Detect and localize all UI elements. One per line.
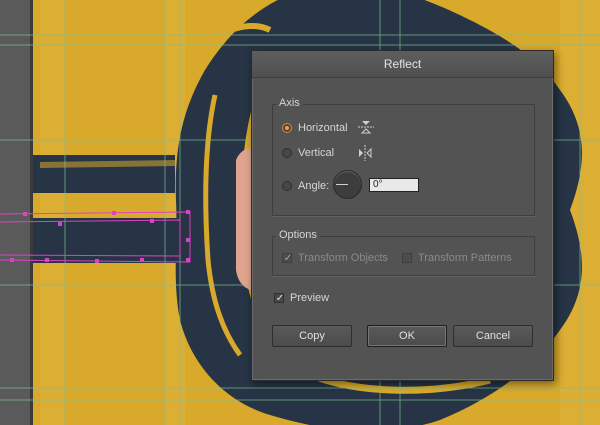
vertical-radio[interactable] [282,148,292,158]
horizontal-radio[interactable] [282,123,292,133]
axis-group-label: Axis [276,97,303,109]
angle-radio[interactable] [282,181,292,191]
copy-button[interactable]: Copy [272,325,352,347]
transform-objects-label[interactable]: Transform Objects [298,252,388,264]
axis-group [272,104,535,216]
vertical-axis-icon [359,145,372,161]
horizontal-axis-icon [358,121,374,134]
transform-patterns-label[interactable]: Transform Patterns [418,252,512,264]
preview-label[interactable]: Preview [290,292,329,304]
angle-option[interactable]: Angle: [282,180,329,192]
angle-dial[interactable] [333,170,362,199]
horizontal-option[interactable]: Horizontal [282,122,348,134]
ok-button[interactable]: OK [367,325,447,347]
cancel-button[interactable]: Cancel [453,325,533,347]
vertical-option[interactable]: Vertical [282,147,334,159]
angle-label[interactable]: Angle: [298,180,329,192]
angle-input[interactable]: 0° [369,178,419,192]
transform-patterns-checkbox[interactable] [402,253,412,263]
transform-objects-option[interactable]: Transform Objects [282,252,388,264]
preview-option[interactable]: Preview [274,292,329,304]
transform-objects-checkbox[interactable] [282,253,293,263]
options-group-label: Options [276,229,320,241]
horizontal-label[interactable]: Horizontal [298,122,348,134]
transform-patterns-option[interactable]: Transform Patterns [402,252,512,264]
reflect-dialog: Reflect Axis Horizontal Vertical Angle: … [251,50,554,381]
preview-checkbox[interactable] [274,293,285,303]
vertical-label[interactable]: Vertical [298,147,334,159]
dialog-title[interactable]: Reflect [252,51,553,78]
